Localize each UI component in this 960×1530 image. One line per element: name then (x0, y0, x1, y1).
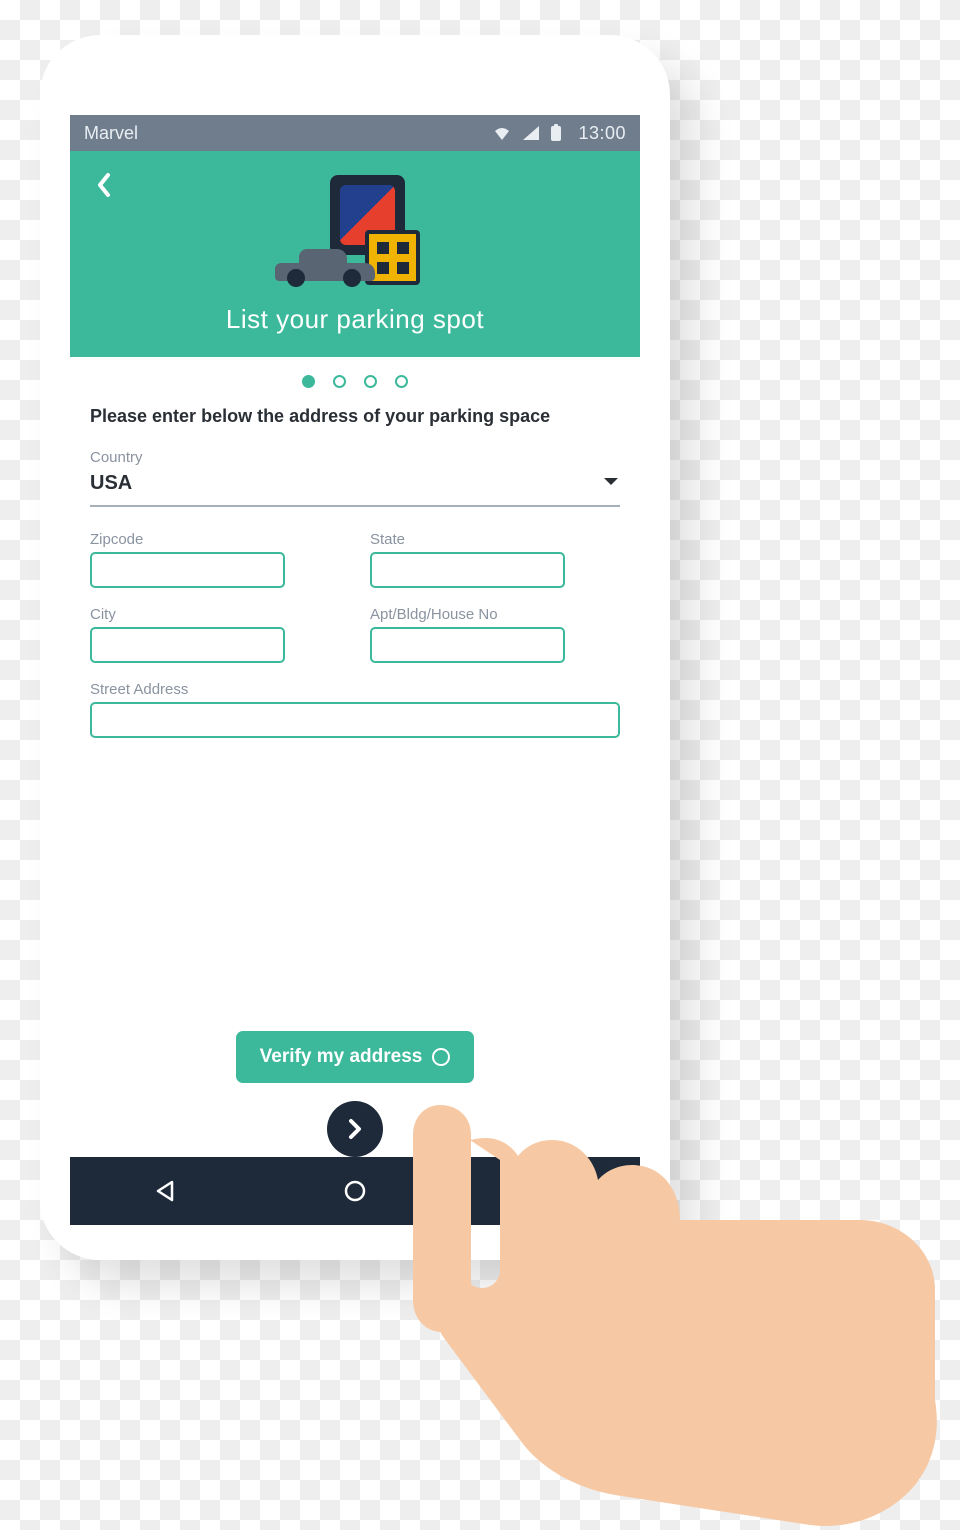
next-button[interactable] (327, 1101, 383, 1157)
progress-dot-1 (302, 375, 315, 388)
signal-icon (522, 125, 540, 141)
zipcode-label: Zipcode (90, 531, 340, 548)
screen: Marvel 13:00 (70, 115, 640, 1225)
circle-home-icon (342, 1178, 368, 1204)
system-icons: 13:00 (492, 123, 626, 144)
caret-down-icon (602, 475, 620, 493)
country-select[interactable]: USA (90, 470, 620, 507)
verify-address-label: Verify my address (260, 1046, 423, 1068)
form-content: Please enter below the address of your p… (70, 357, 640, 1157)
nav-recent-button[interactable] (515, 1178, 575, 1204)
app-header: List your parking spot (70, 151, 640, 357)
nav-back-button[interactable] (135, 1178, 195, 1204)
clock-label: 13:00 (578, 123, 626, 144)
street-input[interactable] (90, 702, 620, 738)
chevron-left-icon (94, 171, 114, 199)
street-label: Street Address (90, 681, 620, 698)
apt-input[interactable] (370, 627, 565, 663)
form-instruction: Please enter below the address of your p… (90, 406, 620, 427)
progress-dot-2 (333, 375, 346, 388)
state-label: State (370, 531, 620, 548)
progress-dots (90, 375, 620, 388)
locate-icon (432, 1048, 450, 1066)
country-value: USA (90, 472, 602, 495)
parking-illustration (275, 175, 435, 290)
phone-frame: Marvel 13:00 (40, 35, 670, 1260)
zipcode-input[interactable] (90, 552, 285, 588)
apt-label: Apt/Bldg/House No (370, 606, 620, 623)
carrier-label: Marvel (84, 123, 138, 144)
square-recent-icon (532, 1178, 558, 1204)
triangle-back-icon (152, 1178, 178, 1204)
chevron-right-icon (345, 1117, 365, 1141)
android-navbar (70, 1157, 640, 1225)
city-input[interactable] (90, 627, 285, 663)
nav-home-button[interactable] (325, 1178, 385, 1204)
progress-dot-4 (395, 375, 408, 388)
verify-address-button[interactable]: Verify my address (236, 1031, 475, 1083)
page-title: List your parking spot (226, 304, 484, 335)
wifi-icon (492, 125, 512, 141)
battery-icon (550, 124, 562, 142)
city-label: City (90, 606, 340, 623)
country-label: Country (90, 449, 620, 466)
back-button[interactable] (84, 165, 124, 205)
progress-dot-3 (364, 375, 377, 388)
android-statusbar: Marvel 13:00 (70, 115, 640, 151)
state-input[interactable] (370, 552, 565, 588)
